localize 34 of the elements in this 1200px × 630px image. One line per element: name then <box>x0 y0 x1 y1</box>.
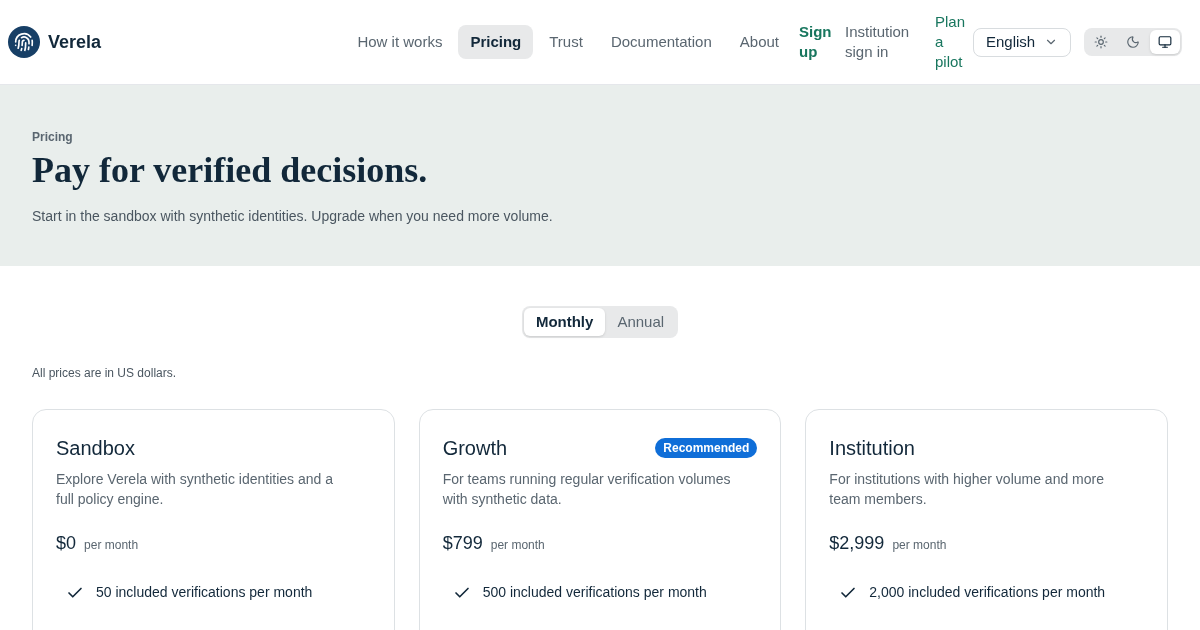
header-link[interactable]: Sign up <box>799 22 831 62</box>
plan-name: Institution <box>829 436 915 461</box>
plan-feature: 500 included verifications per month <box>482 583 707 602</box>
plan-price: $2,999 <box>829 532 885 555</box>
plan-description: Explore Verela with synthetic identities and a full policy engine. <box>56 470 335 509</box>
currency-note: All prices are in US dollars. <box>31 365 178 382</box>
price-period: per month <box>84 537 139 554</box>
plan-name: Growth <box>442 436 508 461</box>
nav-link[interactable]: About <box>727 24 791 60</box>
plan-name: Sandbox <box>56 436 135 461</box>
page-title: Pay for verified decisions. <box>32 149 428 192</box>
page-subtitle: Start in the sandbox with synthetic identities. Upgrade when you need more volume. <box>32 207 554 226</box>
nav-link[interactable]: Trust <box>537 24 595 60</box>
header-link[interactable]: Institution sign in <box>845 22 921 62</box>
nav-link[interactable]: Pricing <box>458 24 534 60</box>
price-period: per month <box>892 537 947 554</box>
price-period: per month <box>490 537 545 554</box>
billing-option[interactable]: Monthly <box>523 308 606 336</box>
eyebrow-label: Pricing <box>32 129 73 146</box>
plan-price: $799 <box>442 532 483 555</box>
billing-option[interactable]: Annual <box>605 308 677 336</box>
fingerprint-logo-icon <box>8 26 40 58</box>
plan-description: For institutions with higher volume and more team members. <box>829 470 1105 509</box>
monitor-icon[interactable] <box>1150 30 1180 54</box>
plan-feature: 2,000 included verifications per month <box>869 583 1106 602</box>
brand-name[interactable]: Verela <box>48 28 102 56</box>
plan-description: For teams running regular verification volumes with synthetic data. <box>442 470 732 509</box>
recommended-badge: Recommended <box>655 438 758 458</box>
plan-feature: 50 included verifications per month <box>96 583 313 602</box>
plan-price: $0 <box>56 532 77 555</box>
nav-link[interactable]: How it works <box>345 24 455 60</box>
nav-link[interactable]: Documentation <box>598 24 724 60</box>
language-select[interactable]: English <box>973 27 1071 57</box>
header-link[interactable]: Plan a pilot <box>935 12 967 72</box>
